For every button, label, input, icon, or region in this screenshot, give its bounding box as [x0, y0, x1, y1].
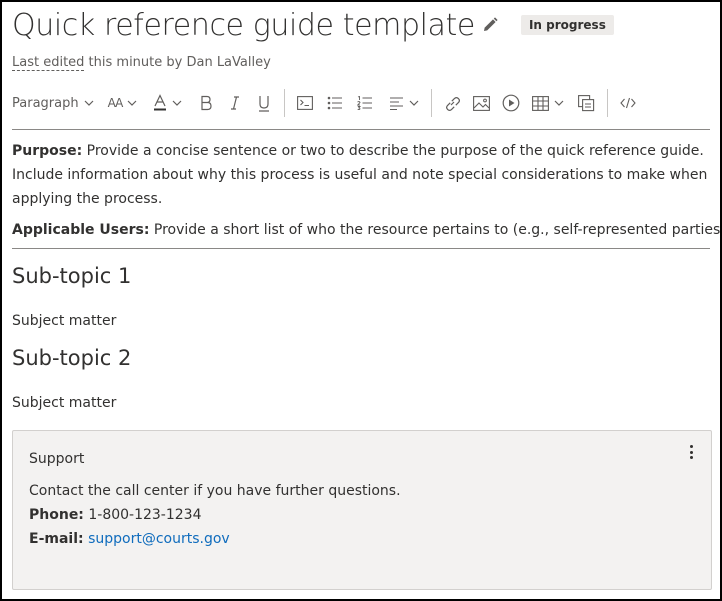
image-icon — [473, 95, 491, 111]
insert-table-dropdown[interactable] — [532, 90, 564, 116]
phone-label: Phone: — [29, 507, 84, 523]
code-block-icon — [297, 96, 314, 110]
italic-button[interactable] — [230, 90, 240, 116]
paragraph-style-dropdown[interactable]: Paragraph — [12, 90, 94, 116]
bold-icon — [201, 95, 212, 111]
status-badge: In progress — [520, 15, 614, 35]
section-body: Subject matter — [12, 395, 117, 411]
paragraph-style-label: Paragraph — [12, 95, 79, 111]
link-icon — [446, 96, 461, 111]
copy-icon — [578, 94, 595, 111]
divider — [12, 129, 710, 130]
title-row: Quick reference guide template In progre… — [12, 4, 614, 46]
more-options-icon[interactable] — [685, 443, 697, 461]
support-title: Support — [29, 451, 85, 467]
section-heading: Sub-topic 1 — [12, 264, 132, 288]
phone-number: 1-800-123-1234 — [83, 507, 202, 523]
numbered-list-button[interactable] — [357, 90, 373, 116]
support-email: E-mail: support@courts.gov — [29, 531, 230, 547]
font-color-dropdown[interactable] — [153, 90, 182, 116]
align-dropdown[interactable] — [389, 90, 419, 116]
html-code-icon — [620, 97, 637, 109]
insert-video-button[interactable] — [502, 90, 520, 116]
section-body: Subject matter — [12, 313, 117, 329]
formatting-toolbar: Paragraph AA — [10, 89, 637, 117]
email-link[interactable]: support@courts.gov — [88, 531, 230, 547]
font-size-dropdown[interactable]: AA — [108, 90, 138, 116]
font-color-icon — [154, 94, 167, 111]
copy-format-button[interactable] — [578, 90, 595, 116]
chevron-down-icon — [409, 100, 419, 106]
italic-icon — [231, 96, 240, 110]
bulleted-list-button[interactable] — [327, 90, 343, 116]
align-icon — [390, 96, 404, 110]
applicable-users-label: Applicable Users: — [12, 222, 150, 238]
applicable-users-text: Provide a short list of who the resource… — [149, 222, 722, 238]
support-phone: Phone: 1-800-123-1234 — [29, 507, 202, 523]
table-icon — [532, 95, 550, 111]
toolbar-divider — [431, 89, 433, 117]
section-heading: Sub-topic 2 — [12, 346, 132, 370]
last-edited-detail: this minute by Dan LaValley — [84, 55, 271, 70]
divider — [12, 248, 710, 249]
underline-button[interactable] — [258, 90, 270, 116]
toolbar-divider — [607, 89, 609, 117]
purpose-text: Provide a concise sentence or two to des… — [12, 143, 708, 207]
chevron-down-icon — [554, 100, 564, 106]
html-source-button[interactable] — [620, 90, 637, 116]
support-card: Support Contact the call center if you h… — [12, 430, 712, 590]
page-title[interactable]: Quick reference guide template — [12, 8, 475, 43]
edit-pencil-icon[interactable] — [481, 15, 501, 35]
support-message: Contact the call center if you have furt… — [29, 483, 401, 499]
insert-link-button[interactable] — [444, 90, 461, 116]
last-edited-info: Last edited this minute by Dan LaValley — [12, 55, 271, 71]
chevron-down-icon — [84, 100, 94, 106]
chevron-down-icon — [127, 100, 137, 106]
purpose-label: Purpose: — [12, 143, 83, 159]
email-label: E-mail: — [29, 531, 84, 547]
editor-window: Quick reference guide template In progre… — [0, 0, 722, 601]
purpose-paragraph: Purpose: Provide a concise sentence or t… — [12, 139, 712, 211]
applicable-users-paragraph: Applicable Users: Provide a short list o… — [12, 218, 720, 242]
chevron-down-icon — [172, 100, 182, 106]
underline-icon — [259, 95, 270, 112]
last-edited-link[interactable]: Last edited — [12, 55, 85, 71]
code-block-button[interactable] — [297, 90, 314, 116]
font-size-icon: AA — [107, 96, 124, 110]
video-icon — [502, 94, 520, 112]
bulleted-list-icon — [328, 96, 343, 110]
numbered-list-icon — [357, 96, 373, 110]
bold-button[interactable] — [200, 90, 212, 116]
toolbar-divider — [284, 89, 286, 117]
insert-image-button[interactable] — [473, 90, 491, 116]
